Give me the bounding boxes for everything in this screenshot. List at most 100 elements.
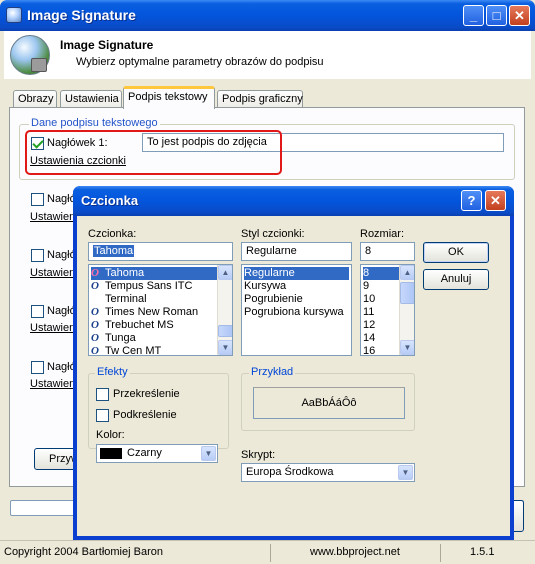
size-list-item[interactable]: 10 (363, 293, 375, 306)
website-text: www.bbproject.net (310, 546, 400, 558)
color-select-value: Czarny (127, 447, 162, 459)
header-subtitle: Wybierz optymalne parametry obrazów do p… (76, 56, 324, 68)
copyright-text: Copyright 2004 Bartłomiej Baron (4, 546, 163, 558)
font-list-scrollbar[interactable]: ▲ ▼ (217, 265, 232, 355)
font-list-item-label: Tahoma (105, 267, 145, 279)
scroll-thumb[interactable] (400, 282, 414, 304)
sample-preview: AaBbÁáÔô (253, 387, 405, 419)
style-input[interactable]: Regularne (241, 242, 352, 261)
minimize-button[interactable]: _ (463, 5, 484, 26)
font-list-item-label: Trebuchet MS (105, 319, 174, 331)
font-list[interactable]: O Tahoma O Tempus Sans ITC Terminal O Times… (88, 264, 233, 356)
tab-podpis-graficzny[interactable]: Podpis graficzny (217, 90, 303, 108)
globe-lock-icon (10, 35, 50, 75)
size-list-scrollbar[interactable]: ▲ ▼ (399, 265, 414, 355)
opentype-font-icon: O (91, 306, 99, 318)
tab-podpis-tekstowy[interactable]: Podpis tekstowy (123, 86, 215, 109)
status-bar: Copyright 2004 Bartłomiej Baron www.bbpr… (0, 540, 535, 564)
style-list-item[interactable]: Regularne (244, 267, 349, 280)
size-label: Rozmiar: (360, 228, 405, 240)
size-list-item[interactable]: 8 (363, 267, 399, 280)
main-title-bar[interactable]: Image Signature _ □ ✕ (0, 0, 535, 31)
group-label: Dane podpisu tekstowego (29, 117, 160, 129)
size-list[interactable]: 8 9 10 11 12 14 16 ▲ ▼ (360, 264, 415, 356)
font-list-item-label: Tempus Sans ITC (105, 280, 193, 292)
font-settings-link-2[interactable]: Ustawien (30, 211, 75, 223)
font-list-item[interactable]: Terminal (91, 293, 147, 306)
underline-label: Podkreślenie (113, 409, 177, 421)
size-list-item[interactable]: 14 (363, 332, 375, 345)
ok-button[interactable]: OK (423, 242, 489, 263)
underline-checkbox[interactable] (96, 409, 109, 422)
color-select[interactable]: Czarny ▼ (96, 444, 218, 463)
font-list-item[interactable]: O Tunga (91, 332, 136, 345)
tab-obrazy[interactable]: Obrazy (13, 90, 57, 108)
help-button[interactable]: ? (461, 190, 482, 211)
headline-3-checkbox[interactable] (31, 249, 44, 262)
opentype-font-icon: O (91, 267, 99, 279)
size-list-item[interactable]: 16 (363, 345, 375, 355)
headline-5-checkbox[interactable] (31, 361, 44, 374)
font-input-value: Tahoma (93, 245, 135, 257)
status-divider (440, 544, 441, 562)
scroll-up-arrow-icon[interactable]: ▲ (218, 265, 232, 280)
font-list-item-label: Tw Cen MT (105, 345, 162, 356)
font-settings-link-5[interactable]: Ustawien (30, 378, 75, 390)
chevron-down-icon[interactable]: ▼ (398, 465, 413, 480)
font-list-item[interactable]: O Tw Cen MT (91, 345, 162, 356)
opentype-font-icon: O (91, 332, 99, 344)
cancel-button[interactable]: Anuluj (423, 269, 489, 290)
dialog-close-button[interactable]: ✕ (485, 190, 506, 211)
highlight-annotation (25, 130, 282, 175)
style-list-item[interactable]: Pogrubienie (244, 293, 303, 306)
style-list-item[interactable]: Pogrubiona kursywa (244, 306, 344, 319)
font-list-item-label: Times New Roman (105, 306, 199, 318)
app-header: Image Signature Wybierz optymalne parame… (4, 31, 531, 79)
font-dialog-title: Czcionka (81, 193, 139, 208)
size-list-item[interactable]: 9 (363, 280, 369, 293)
headline-4-checkbox[interactable] (31, 305, 44, 318)
font-list-item-label: Terminal (105, 293, 147, 305)
font-list-item-label: Tunga (105, 332, 136, 344)
color-swatch (100, 448, 122, 459)
font-list-item[interactable]: O Times New Roman (91, 306, 198, 319)
scroll-thumb[interactable] (218, 325, 232, 337)
size-list-item[interactable]: 11 (363, 306, 374, 319)
header-title: Image Signature (60, 38, 154, 52)
scroll-down-arrow-icon[interactable]: ▼ (400, 340, 414, 355)
close-button[interactable]: ✕ (509, 5, 530, 26)
app-icon (6, 7, 22, 23)
font-dialog-title-bar[interactable]: Czcionka ? ✕ (73, 186, 514, 216)
font-settings-link-3[interactable]: Ustawien (30, 267, 75, 279)
script-select[interactable]: Europa Środkowa ▼ (241, 463, 415, 482)
opentype-font-icon: O (91, 345, 99, 356)
scroll-down-arrow-icon[interactable]: ▼ (218, 340, 232, 355)
headline-3-label: Nagłó (47, 249, 76, 261)
font-input[interactable]: Tahoma (88, 242, 233, 261)
scroll-up-arrow-icon[interactable]: ▲ (400, 265, 414, 280)
maximize-button[interactable]: □ (486, 5, 507, 26)
style-list[interactable]: Regularne Kursywa Pogrubienie Pogrubiona… (241, 264, 352, 356)
font-dialog-body: Czcionka: Tahoma O Tahoma O Tempus Sans IT… (77, 216, 510, 536)
style-list-item[interactable]: Kursywa (244, 280, 286, 293)
font-dialog: Czcionka ? ✕ Czcionka: Tahoma O Tahoma OT… (73, 186, 514, 540)
font-list-item[interactable]: O Tempus Sans ITC (91, 280, 192, 293)
font-list-item[interactable]: O Trebuchet MS (91, 319, 174, 332)
strikeout-checkbox[interactable] (96, 388, 109, 401)
strikeout-label: Przekreślenie (113, 388, 180, 400)
size-input[interactable]: 8 (360, 242, 415, 261)
size-list-item[interactable]: 12 (363, 319, 375, 332)
font-settings-link-4[interactable]: Ustawien (30, 322, 75, 334)
opentype-font-icon: O (91, 280, 99, 292)
font-list-item[interactable]: O Tahoma (91, 267, 217, 280)
chevron-down-icon[interactable]: ▼ (201, 446, 216, 461)
headline-2-label: Nagłó (47, 193, 76, 205)
script-label: Skrypt: (241, 449, 276, 461)
headline-5-label: Nagłó (47, 361, 76, 373)
opentype-font-icon: O (91, 319, 99, 331)
headline-2-checkbox[interactable] (31, 193, 44, 206)
color-label: Kolor: (96, 429, 125, 441)
tab-ustawienia[interactable]: Ustawienia (60, 90, 122, 108)
effects-label: Efekty (95, 366, 130, 378)
version-text: 1.5.1 (470, 546, 495, 558)
